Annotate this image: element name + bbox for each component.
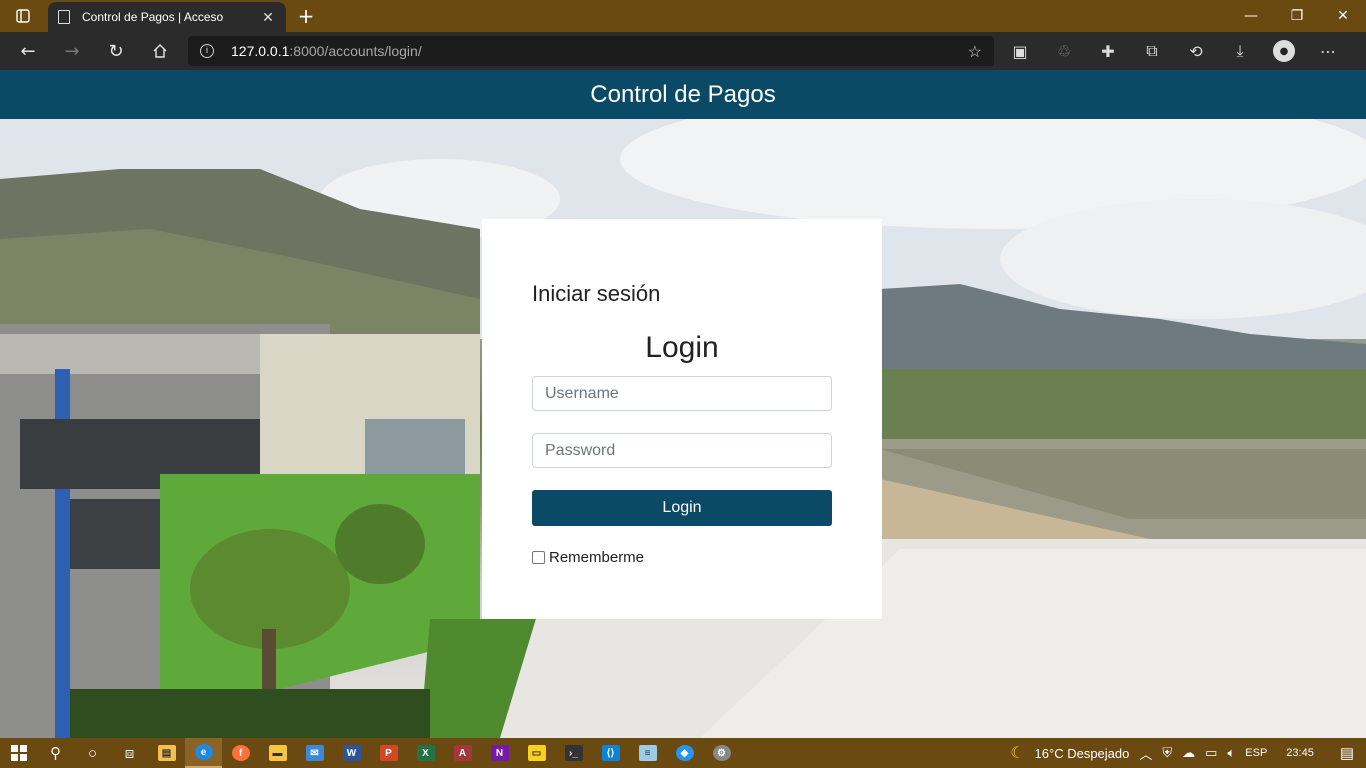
onedrive-icon[interactable]: ☁ <box>1177 745 1200 761</box>
new-tab-button[interactable]: + <box>294 4 318 28</box>
battery-icon[interactable]: ▭ <box>1200 745 1222 761</box>
split-tabs-icon[interactable]: ⧉ <box>1130 32 1174 70</box>
back-button[interactable]: ← <box>6 32 50 70</box>
home-icon <box>153 44 167 58</box>
address-bar[interactable]: i 127.0.0.1:8000/accounts/login/ ☆ <box>188 36 994 66</box>
language-indicator[interactable]: ESP <box>1240 747 1272 759</box>
login-card: Iniciar sesión Login Login Rememberme <box>482 219 882 619</box>
minimize-button[interactable]: — <box>1228 0 1274 32</box>
settings-app-icon[interactable]: ⚙ <box>703 738 740 768</box>
notifications-icon[interactable]: ▤ <box>1328 744 1366 762</box>
site-header: Control de Pagos <box>0 70 1366 119</box>
collections-icon[interactable]: ▣ <box>998 32 1042 70</box>
login-subtitle: Iniciar sesión <box>532 281 661 306</box>
tab-close-icon[interactable]: ✕ <box>260 9 276 26</box>
task-view-icon[interactable]: ⧈ <box>111 738 148 768</box>
onenote-icon[interactable]: N <box>481 738 518 768</box>
powerpoint-icon[interactable]: P <box>370 738 407 768</box>
volume-icon[interactable]: 🔈︎ <box>1222 745 1240 761</box>
refresh-button[interactable]: ↻ <box>94 32 138 70</box>
cortana-icon[interactable]: ○ <box>74 738 111 768</box>
search-icon[interactable]: ⚲ <box>37 738 74 768</box>
home-button[interactable] <box>138 32 182 70</box>
site-title: Control de Pagos <box>590 80 776 108</box>
terminal-icon[interactable]: ›_ <box>555 738 592 768</box>
remember-me[interactable]: Rememberme <box>532 549 644 566</box>
forward-button[interactable]: → <box>50 32 94 70</box>
url-host: 127.0.0.1 <box>231 43 290 59</box>
browser-extensions: ▣ ♲ ✚ ⧉ ⟲ ⤓ ● ⋯ <box>998 32 1350 70</box>
system-tray: ☾ 16°C Despejado ︿ ⛨ ☁ ▭ 🔈︎ ESP 23:45 ▤ <box>1005 738 1366 768</box>
notepad-icon[interactable]: ≡ <box>629 738 666 768</box>
profile-avatar[interactable]: ● <box>1273 40 1295 62</box>
history-icon[interactable]: ⟲ <box>1174 32 1218 70</box>
mail-icon[interactable]: ✉ <box>296 738 333 768</box>
password-input[interactable] <box>532 433 832 468</box>
window-controls: — ❐ ✕ <box>1228 0 1366 32</box>
weather-moon-icon[interactable]: ☾ <box>1005 743 1029 763</box>
remember-me-label: Rememberme <box>549 549 645 566</box>
access-icon[interactable]: A <box>444 738 481 768</box>
tab-actions-icon <box>16 9 30 23</box>
vscode-icon[interactable]: ⟨⟩ <box>592 738 629 768</box>
windows-taskbar: ⚲ ○ ⧈ ▤ e f ▬ ✉ W P X A N ▭ ›_ ⟨⟩ ≡ ◆ ⚙ … <box>0 738 1366 768</box>
store-icon[interactable]: ▤ <box>148 738 185 768</box>
remember-me-checkbox[interactable] <box>532 551 545 564</box>
login-heading: Login <box>645 331 719 364</box>
edge-icon[interactable]: e <box>185 738 222 768</box>
page-icon <box>58 10 70 24</box>
sticky-notes-icon[interactable]: ▭ <box>518 738 555 768</box>
tab-actions-button[interactable] <box>0 0 46 32</box>
show-hidden-icons[interactable]: ︿ <box>1134 744 1157 763</box>
site-info-icon[interactable]: i <box>200 44 214 58</box>
defender-icon[interactable]: ⛨ <box>1157 745 1177 761</box>
login-button[interactable]: Login <box>532 490 832 526</box>
browser-titlebar: Control de Pagos | Acceso ✕ + — ❐ ✕ <box>0 0 1366 32</box>
firefox-icon[interactable]: f <box>222 738 259 768</box>
weather-text[interactable]: 16°C Despejado <box>1030 746 1135 761</box>
start-button[interactable] <box>0 738 37 768</box>
windows-logo-icon <box>10 745 27 761</box>
url-path: :8000/accounts/login/ <box>289 43 422 59</box>
favorite-star-icon[interactable]: ☆ <box>968 42 982 62</box>
excel-icon[interactable]: X <box>407 738 444 768</box>
file-explorer-icon[interactable]: ▬ <box>259 738 296 768</box>
browser-toolbar: ← → ↻ i 127.0.0.1:8000/accounts/login/ ☆… <box>0 32 1366 70</box>
word-icon[interactable]: W <box>333 738 370 768</box>
downloads-icon[interactable]: ⤓ <box>1218 32 1262 70</box>
extensions-icon[interactable]: ✚ <box>1086 32 1130 70</box>
browser-tab[interactable]: Control de Pagos | Acceso ✕ <box>48 2 286 32</box>
docker-icon[interactable]: ◆ <box>666 738 703 768</box>
restore-button[interactable]: ❐ <box>1274 0 1320 32</box>
clock[interactable]: 23:45 <box>1272 747 1328 759</box>
close-window-button[interactable]: ✕ <box>1320 0 1366 32</box>
more-menu-icon[interactable]: ⋯ <box>1306 32 1350 70</box>
username-input[interactable] <box>532 376 832 411</box>
recycle-icon[interactable]: ♲ <box>1042 32 1086 70</box>
tab-title: Control de Pagos | Acceso <box>82 10 224 24</box>
